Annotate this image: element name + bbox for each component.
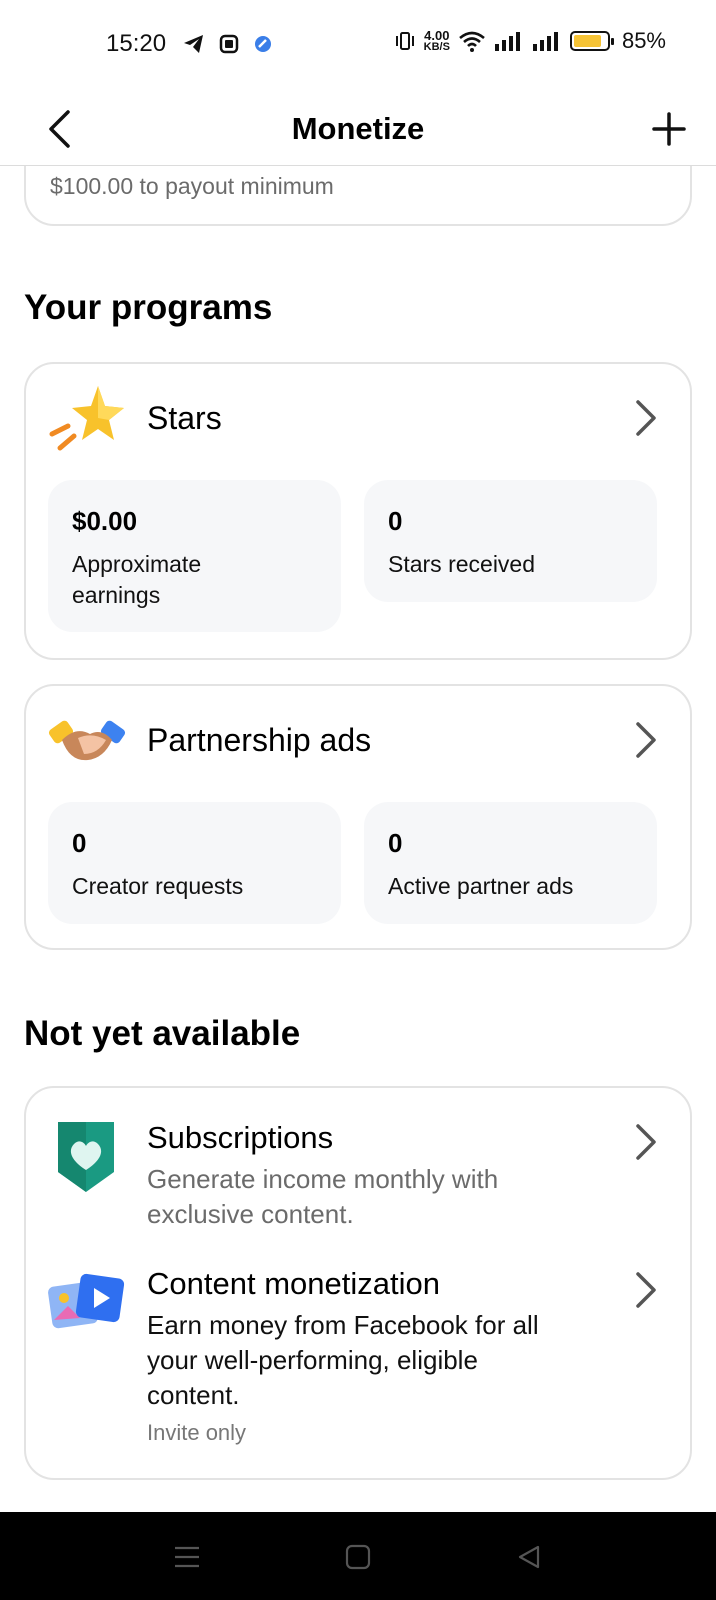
media-icon bbox=[48, 1273, 125, 1329]
wifi-icon bbox=[459, 31, 485, 52]
list-item-content-monetization[interactable]: Content monetization Earn money from Fac… bbox=[26, 1252, 690, 1472]
status-notification-icons bbox=[183, 34, 273, 54]
chevron-right-icon bbox=[636, 1124, 656, 1160]
list-item-subscriptions[interactable]: Subscriptions Generate income monthly wi… bbox=[26, 1088, 690, 1238]
battery-percent: 85% bbox=[621, 28, 666, 53]
not-available-card: Subscriptions Generate income monthly wi… bbox=[24, 1086, 692, 1480]
item-description-content-monetization: Earn money from Facebook for all your we… bbox=[147, 1310, 539, 1410]
add-button[interactable] bbox=[646, 106, 692, 152]
stat-label: Active partner ads bbox=[388, 873, 574, 899]
item-note-invite-only: Invite only bbox=[147, 1420, 247, 1445]
stat-value: $0.00 bbox=[72, 506, 138, 536]
plus-icon bbox=[652, 112, 686, 146]
page-title: Monetize bbox=[291, 111, 425, 146]
stat-creator-requests: 0 Creator requests bbox=[48, 802, 341, 924]
star-icon bbox=[49, 386, 124, 451]
program-title-partnership-ads: Partnership ads bbox=[147, 722, 372, 758]
chevron-right-icon bbox=[636, 400, 656, 436]
stat-approximate-earnings: $0.00 Approximate earnings bbox=[48, 480, 341, 632]
heart-badge-icon bbox=[58, 1122, 114, 1192]
browser-notification-icon bbox=[255, 36, 271, 52]
program-title-stars: Stars bbox=[147, 400, 222, 436]
item-description-subscriptions: Generate income monthly with exclusive c… bbox=[147, 1164, 499, 1229]
stat-label: Stars received bbox=[388, 551, 536, 577]
section-title-not-yet-available: Not yet available bbox=[24, 1014, 301, 1053]
vibrate-icon bbox=[395, 32, 414, 50]
stat-active-partner-ads: 0 Active partner ads bbox=[364, 802, 657, 924]
back-triangle-icon bbox=[518, 1545, 540, 1569]
nav-home-button[interactable] bbox=[343, 1542, 373, 1572]
section-title-your-programs: Your programs bbox=[24, 288, 273, 327]
signal-icon bbox=[494, 32, 520, 51]
stat-stars-received: 0 Stars received bbox=[364, 480, 657, 602]
nav-back-button[interactable] bbox=[514, 1542, 544, 1572]
stat-value: 0 bbox=[72, 828, 87, 858]
stat-value: 0 bbox=[388, 828, 403, 858]
item-title-content-monetization: Content monetization bbox=[147, 1266, 440, 1301]
program-card-stars[interactable]: Stars $0.00 Approximate earnings 0 Stars… bbox=[24, 362, 692, 660]
app-notification-icon bbox=[219, 34, 239, 54]
program-card-partnership-ads[interactable]: Partnership ads 0 Creator requests 0 Act… bbox=[24, 684, 692, 950]
status-time: 15:20 bbox=[106, 30, 167, 57]
app-header: Monetize bbox=[0, 92, 716, 166]
battery-icon bbox=[569, 31, 614, 51]
status-bar: 15:20 4.00 KB/S 85% bbox=[0, 0, 716, 92]
nav-menu-button[interactable] bbox=[172, 1542, 202, 1572]
stat-value: 0 bbox=[388, 506, 403, 536]
signal-icon-2 bbox=[532, 32, 558, 51]
telegram-icon bbox=[184, 35, 203, 53]
network-speed: 4.00 KB/S bbox=[424, 29, 450, 53]
system-navigation-bar bbox=[0, 1512, 716, 1600]
chevron-right-icon bbox=[636, 1272, 656, 1308]
stat-label: Approximate earnings bbox=[72, 551, 202, 608]
program-header-partnership-ads[interactable]: Partnership ads bbox=[26, 686, 690, 796]
payout-minimum-text: $100.00 to payout minimum bbox=[50, 173, 334, 199]
program-header-stars[interactable]: Stars bbox=[26, 364, 690, 474]
stat-label: Creator requests bbox=[72, 873, 244, 899]
home-square-icon bbox=[345, 1544, 371, 1570]
chevron-right-icon bbox=[636, 722, 656, 758]
handshake-icon bbox=[48, 720, 126, 761]
item-title-subscriptions: Subscriptions bbox=[147, 1120, 334, 1155]
network-speed-unit: KB/S bbox=[423, 41, 450, 53]
status-system-icons: 4.00 KB/S 85% bbox=[394, 28, 666, 54]
battery-fill bbox=[573, 35, 602, 47]
menu-icon bbox=[175, 1546, 199, 1568]
